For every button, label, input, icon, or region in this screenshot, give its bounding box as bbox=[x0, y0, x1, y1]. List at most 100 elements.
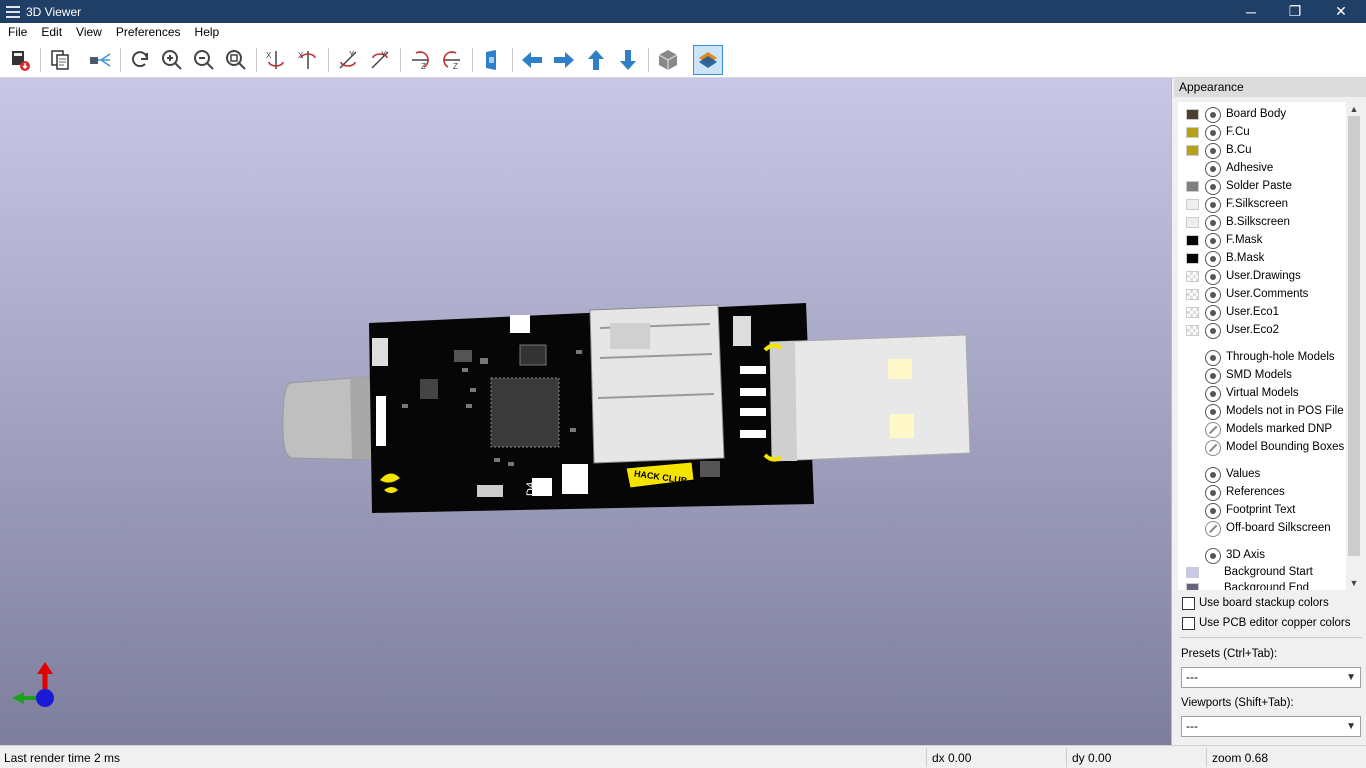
reload-icon[interactable] bbox=[125, 45, 155, 75]
model-row[interactable]: Through-hole Models bbox=[1178, 349, 1348, 367]
layer-color-swatch[interactable] bbox=[1186, 145, 1199, 156]
rotate-x-cw-icon[interactable]: X bbox=[261, 45, 291, 75]
eye-icon[interactable] bbox=[1205, 503, 1221, 519]
eye-icon[interactable] bbox=[1205, 179, 1221, 195]
layer-color-swatch[interactable] bbox=[1186, 235, 1199, 246]
color-swatch[interactable] bbox=[1186, 583, 1199, 590]
eye-icon[interactable] bbox=[1205, 305, 1221, 321]
layer-row[interactable]: Solder Paste bbox=[1178, 178, 1348, 196]
eye-icon[interactable] bbox=[1205, 485, 1221, 501]
layer-row[interactable]: Adhesive bbox=[1178, 160, 1348, 178]
move-right-icon[interactable] bbox=[549, 45, 579, 75]
scroll-up-icon[interactable]: ▲ bbox=[1346, 102, 1362, 116]
export-icon[interactable] bbox=[5, 45, 35, 75]
menu-edit[interactable]: Edit bbox=[34, 23, 69, 42]
menu-preferences[interactable]: Preferences bbox=[109, 23, 188, 42]
layer-row[interactable]: Board Body bbox=[1178, 106, 1348, 124]
checkbox-box[interactable] bbox=[1182, 596, 1195, 610]
eye-hidden-icon[interactable] bbox=[1205, 422, 1221, 438]
copy-icon[interactable] bbox=[45, 45, 75, 75]
misc-row[interactable]: 3D Axis bbox=[1178, 547, 1348, 565]
menu-help[interactable]: Help bbox=[188, 23, 227, 42]
layer-row[interactable]: F.Silkscreen bbox=[1178, 196, 1348, 214]
zoom-out-icon[interactable] bbox=[189, 45, 219, 75]
layer-row[interactable]: User.Drawings bbox=[1178, 268, 1348, 286]
flip-board-icon[interactable] bbox=[477, 45, 507, 75]
text-row[interactable]: Off-board Silkscreen bbox=[1178, 520, 1348, 538]
layer-color-swatch[interactable] bbox=[1186, 109, 1199, 120]
layer-color-swatch[interactable] bbox=[1186, 217, 1199, 228]
model-row[interactable]: Models not in POS File bbox=[1178, 403, 1348, 421]
layer-row[interactable]: B.Mask bbox=[1178, 250, 1348, 268]
layers-manager-icon[interactable] bbox=[693, 45, 723, 75]
layer-row[interactable]: User.Eco1 bbox=[1178, 304, 1348, 322]
orthographic-icon[interactable] bbox=[653, 45, 683, 75]
layer-row[interactable]: B.Cu bbox=[1178, 142, 1348, 160]
eye-icon[interactable] bbox=[1205, 251, 1221, 267]
menu-file[interactable]: File bbox=[0, 23, 34, 42]
layer-row[interactable]: User.Eco2 bbox=[1178, 322, 1348, 340]
eye-icon[interactable] bbox=[1205, 548, 1221, 564]
layer-color-swatch[interactable] bbox=[1186, 181, 1199, 192]
layer-color-swatch[interactable] bbox=[1186, 271, 1199, 282]
model-row[interactable]: Models marked DNP bbox=[1178, 421, 1348, 439]
model-row[interactable]: SMD Models bbox=[1178, 367, 1348, 385]
rotate-y-cw-icon[interactable]: Y bbox=[333, 45, 363, 75]
raytrace-icon[interactable] bbox=[85, 45, 115, 75]
layer-row[interactable]: B.Silkscreen bbox=[1178, 214, 1348, 232]
text-row[interactable]: Values bbox=[1178, 466, 1348, 484]
checkbox-box[interactable] bbox=[1182, 616, 1195, 630]
move-left-icon[interactable] bbox=[517, 45, 547, 75]
close-button[interactable]: ✕ bbox=[1318, 0, 1364, 23]
text-row[interactable]: References bbox=[1178, 484, 1348, 502]
eye-icon[interactable] bbox=[1205, 233, 1221, 249]
menu-view[interactable]: View bbox=[69, 23, 109, 42]
layer-row[interactable]: F.Mask bbox=[1178, 232, 1348, 250]
model-row[interactable]: Model Bounding Boxes bbox=[1178, 439, 1348, 457]
eye-icon[interactable] bbox=[1205, 323, 1221, 339]
eye-icon[interactable] bbox=[1205, 467, 1221, 483]
eye-icon[interactable] bbox=[1205, 107, 1221, 123]
layer-color-swatch[interactable] bbox=[1186, 307, 1199, 318]
color-swatch[interactable] bbox=[1186, 567, 1199, 578]
eye-icon[interactable] bbox=[1205, 386, 1221, 402]
misc-row[interactable]: Background End bbox=[1178, 580, 1348, 590]
maximize-button[interactable]: ❐ bbox=[1272, 0, 1318, 23]
3d-viewport[interactable]: HACK CLUB D4 bbox=[0, 78, 1172, 745]
eye-icon[interactable] bbox=[1205, 143, 1221, 159]
move-down-icon[interactable] bbox=[613, 45, 643, 75]
text-row[interactable]: Footprint Text bbox=[1178, 502, 1348, 520]
layer-scrollbar[interactable]: ▲ ▼ bbox=[1346, 102, 1362, 590]
scroll-thumb[interactable] bbox=[1348, 116, 1360, 556]
rotate-y-ccw-icon[interactable]: Y bbox=[365, 45, 395, 75]
move-up-icon[interactable] bbox=[581, 45, 611, 75]
layer-row[interactable]: User.Comments bbox=[1178, 286, 1348, 304]
layer-row[interactable]: F.Cu bbox=[1178, 124, 1348, 142]
scroll-down-icon[interactable]: ▼ bbox=[1346, 576, 1362, 590]
model-row[interactable]: Virtual Models bbox=[1178, 385, 1348, 403]
minimize-button[interactable]: ─ bbox=[1228, 0, 1274, 23]
zoom-fit-icon[interactable] bbox=[221, 45, 251, 75]
rotate-x-ccw-icon[interactable]: X bbox=[293, 45, 323, 75]
eye-icon[interactable] bbox=[1205, 197, 1221, 213]
layer-color-swatch[interactable] bbox=[1186, 127, 1199, 138]
eye-icon[interactable] bbox=[1205, 161, 1221, 177]
rotate-z-ccw-icon[interactable]: Z bbox=[437, 45, 467, 75]
eye-hidden-icon[interactable] bbox=[1205, 440, 1221, 456]
use-copper-colors-checkbox[interactable]: Use PCB editor copper colors bbox=[1182, 614, 1350, 632]
eye-icon[interactable] bbox=[1205, 404, 1221, 420]
eye-icon[interactable] bbox=[1205, 215, 1221, 231]
eye-icon[interactable] bbox=[1205, 269, 1221, 285]
eye-icon[interactable] bbox=[1205, 287, 1221, 303]
eye-hidden-icon[interactable] bbox=[1205, 521, 1221, 537]
layer-color-swatch[interactable] bbox=[1186, 199, 1199, 210]
eye-icon[interactable] bbox=[1205, 125, 1221, 141]
rotate-z-cw-icon[interactable]: Z bbox=[405, 45, 435, 75]
layer-color-swatch[interactable] bbox=[1186, 289, 1199, 300]
presets-select[interactable]: --- ▼ bbox=[1181, 667, 1361, 688]
eye-icon[interactable] bbox=[1205, 368, 1221, 384]
use-stackup-colors-checkbox[interactable]: Use board stackup colors bbox=[1182, 594, 1329, 612]
viewports-select[interactable]: --- ▼ bbox=[1181, 716, 1361, 737]
layer-color-swatch[interactable] bbox=[1186, 325, 1199, 336]
eye-icon[interactable] bbox=[1205, 350, 1221, 366]
